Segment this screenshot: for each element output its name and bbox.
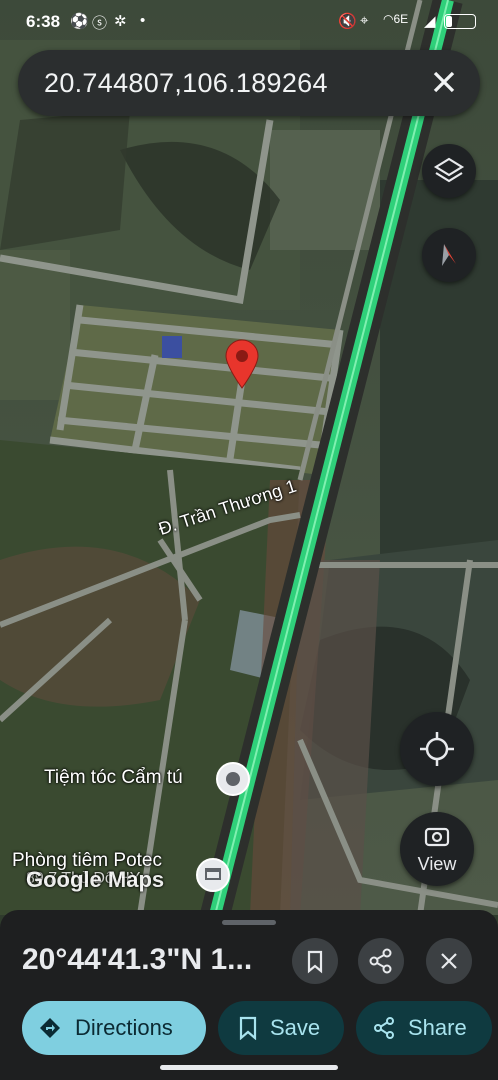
- view-label: View: [417, 854, 457, 874]
- bookmark-icon: [239, 1016, 257, 1040]
- my-location-icon: [420, 732, 454, 766]
- s-circle-icon: ⓢ: [92, 15, 108, 32]
- layers-icon: [433, 157, 465, 183]
- save-button[interactable]: Save: [218, 1001, 344, 1055]
- search-query[interactable]: 20.744807,106.189264: [44, 68, 328, 99]
- directions-icon: [40, 1018, 60, 1038]
- status-time: 6:38: [26, 12, 61, 31]
- close-sheet-button[interactable]: [426, 938, 472, 984]
- share-icon-button[interactable]: [358, 938, 404, 984]
- place-sheet[interactable]: 20°44'41.3"N 1... Directions Save Share: [0, 910, 498, 1080]
- map-view[interactable]: 6:38 ⚽ ⓢ ✲ • 🔇 ⌖ ◠6E ◢ 20.744807,106.189…: [0, 0, 498, 915]
- share-icon: [374, 1017, 394, 1039]
- share-icon: [369, 948, 392, 974]
- place-label-tiem-toc[interactable]: Tiệm tóc Cẩm tú: [44, 767, 183, 789]
- sheet-handle[interactable]: [222, 920, 276, 925]
- compass-button[interactable]: [422, 228, 476, 282]
- location-icon: ⌖: [360, 12, 369, 29]
- layers-button[interactable]: [422, 144, 476, 198]
- building-icon[interactable]: [196, 858, 230, 892]
- share-button[interactable]: Share: [356, 1001, 492, 1055]
- save-label: Save: [270, 1015, 321, 1040]
- battery-icon: [444, 14, 476, 29]
- coordinates-title: 20°44'41.3"N 1...: [22, 943, 253, 976]
- soccer-ball-icon: ⚽: [70, 13, 89, 30]
- directions-button[interactable]: Directions: [22, 1001, 206, 1055]
- signal-icon: ◢: [424, 13, 436, 30]
- google-maps-watermark: Google Maps: [26, 867, 165, 892]
- street-view-icon: [424, 827, 450, 847]
- dot-icon: •: [140, 12, 146, 29]
- directions-label: Directions: [75, 1015, 173, 1040]
- bug-icon: ✲: [114, 13, 127, 30]
- bookmark-icon: [307, 950, 323, 974]
- close-icon[interactable]: [426, 64, 462, 100]
- close-icon: [441, 953, 457, 969]
- view-button[interactable]: View: [400, 812, 474, 886]
- compass-icon: [442, 244, 456, 266]
- wifi-icon: ◠6E: [383, 12, 409, 26]
- status-bar: 6:38 ⚽ ⓢ ✲ • 🔇 ⌖ ◠6E ◢: [0, 0, 498, 44]
- pin-circle-icon[interactable]: [216, 762, 250, 796]
- my-location-button[interactable]: [400, 712, 474, 786]
- bookmark-button[interactable]: [292, 938, 338, 984]
- mute-icon: 🔇: [338, 13, 357, 30]
- search-bar[interactable]: 20.744807,106.189264: [18, 50, 480, 116]
- gesture-nav-bar[interactable]: [160, 1065, 338, 1070]
- wifi-label: 6E: [393, 12, 409, 26]
- share-label: Share: [408, 1015, 467, 1040]
